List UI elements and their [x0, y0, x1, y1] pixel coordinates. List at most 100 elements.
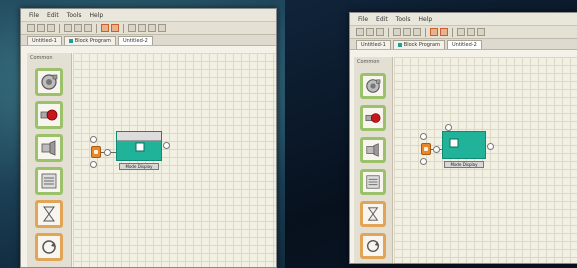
- block-palette: Common: [27, 53, 72, 267]
- program-icon: [68, 38, 73, 43]
- light-sensor-icon: [365, 113, 381, 123]
- open-folder-icon[interactable]: [37, 24, 45, 32]
- redo-icon[interactable]: [440, 28, 448, 36]
- tab-label: Untitled-1: [32, 38, 57, 44]
- block-top-port[interactable]: [445, 124, 452, 131]
- palette-loop-block[interactable]: [35, 233, 63, 261]
- toolbar-separator: [425, 27, 426, 37]
- program-canvas[interactable]: Mode Display: [394, 57, 577, 263]
- display-icon: [366, 175, 380, 189]
- speaker-icon: [41, 140, 56, 156]
- tab-file-3[interactable]: Untitled-2: [446, 40, 482, 49]
- light-sensor-icon: [40, 109, 58, 121]
- toolbar-separator: [388, 27, 389, 37]
- menu-help[interactable]: Help: [89, 12, 103, 19]
- palette-display-block[interactable]: [35, 167, 63, 195]
- pan-tool-icon[interactable]: [467, 28, 475, 36]
- editor-window-left: File Edit Tools Help Untitled-1 Block Pr…: [20, 8, 277, 268]
- workspace: Common Mode Display: [350, 57, 577, 263]
- comment-tool-icon[interactable]: [477, 28, 485, 36]
- speaker-icon: [366, 143, 379, 157]
- block-mode-label[interactable]: Mode Display: [444, 161, 484, 168]
- input-port[interactable]: [420, 133, 427, 140]
- cut-icon[interactable]: [64, 24, 72, 32]
- copy-icon[interactable]: [403, 28, 411, 36]
- connector-port[interactable]: [433, 146, 440, 153]
- menu-tools[interactable]: Tools: [396, 16, 411, 23]
- display-icon: [41, 173, 57, 189]
- menu-tools[interactable]: Tools: [67, 12, 82, 19]
- menu-edit[interactable]: Edit: [376, 16, 388, 23]
- new-file-icon[interactable]: [356, 28, 364, 36]
- loop-icon: [42, 240, 56, 254]
- toolbar-separator: [96, 23, 97, 33]
- copy-icon[interactable]: [74, 24, 82, 32]
- palette-sound-block[interactable]: [360, 137, 386, 163]
- palette-light-block[interactable]: [35, 101, 63, 129]
- menu-file[interactable]: File: [358, 16, 368, 23]
- program-canvas[interactable]: Mode Display: [73, 53, 276, 267]
- start-block[interactable]: [421, 143, 431, 155]
- tab-label: Untitled-2: [451, 42, 477, 48]
- cut-icon[interactable]: [393, 28, 401, 36]
- pan-tool-icon[interactable]: [138, 24, 146, 32]
- paste-icon[interactable]: [413, 28, 421, 36]
- palette-title: Common: [30, 55, 53, 61]
- open-folder-icon[interactable]: [366, 28, 374, 36]
- block-output-port[interactable]: [163, 142, 170, 149]
- workspace: Common Mode Display: [21, 53, 276, 267]
- tab-file-1[interactable]: Untitled-1: [27, 36, 62, 45]
- tab-label: Block Program: [74, 38, 111, 44]
- input-port[interactable]: [90, 136, 97, 143]
- tab-file-1[interactable]: Untitled-1: [356, 40, 391, 49]
- start-block[interactable]: [91, 146, 101, 158]
- motor-icon: [41, 74, 58, 90]
- toolbar-separator: [123, 23, 124, 33]
- pointer-tool-icon[interactable]: [128, 24, 136, 32]
- tab-label: Untitled-2: [122, 38, 148, 44]
- comment-tool-icon[interactable]: [148, 24, 156, 32]
- undo-icon[interactable]: [430, 28, 438, 36]
- tab-label: Untitled-1: [361, 42, 386, 48]
- block-mode-label[interactable]: Mode Display: [119, 163, 159, 170]
- palette-wait-block[interactable]: [35, 200, 63, 228]
- redo-icon[interactable]: [111, 24, 119, 32]
- block-header: [117, 132, 161, 141]
- menu-help[interactable]: Help: [418, 16, 432, 23]
- menu-file[interactable]: File: [29, 12, 39, 19]
- menu-edit[interactable]: Edit: [47, 12, 59, 19]
- block-output-port[interactable]: [487, 143, 494, 150]
- program-icon: [397, 42, 402, 47]
- palette-motor-block[interactable]: [35, 68, 63, 96]
- save-icon[interactable]: [376, 28, 384, 36]
- output-port[interactable]: [420, 158, 427, 165]
- pointer-tool-icon[interactable]: [457, 28, 465, 36]
- palette-display-block[interactable]: [360, 169, 386, 195]
- output-port[interactable]: [90, 161, 97, 168]
- zoom-tool-icon[interactable]: [158, 24, 166, 32]
- toolbar-separator: [452, 27, 453, 37]
- file-tabs: Untitled-1 Block Program Untitled-2: [350, 39, 577, 50]
- palette-loop-block[interactable]: [360, 233, 386, 259]
- tab-label: Block Program: [403, 42, 440, 48]
- toolbar-separator: [59, 23, 60, 33]
- display-block[interactable]: [116, 131, 162, 161]
- connector-port[interactable]: [104, 149, 111, 156]
- new-file-icon[interactable]: [27, 24, 35, 32]
- block-palette: Common: [354, 57, 393, 263]
- tab-file-2[interactable]: Block Program: [392, 40, 445, 49]
- paste-icon[interactable]: [84, 24, 92, 32]
- save-icon[interactable]: [47, 24, 55, 32]
- tab-file-3[interactable]: Untitled-2: [117, 36, 153, 45]
- hourglass-icon: [367, 207, 379, 221]
- palette-light-block[interactable]: [360, 105, 386, 131]
- loop-icon: [367, 240, 380, 252]
- palette-motor-block[interactable]: [360, 73, 386, 99]
- palette-wait-block[interactable]: [360, 201, 386, 227]
- hourglass-icon: [43, 206, 55, 222]
- undo-icon[interactable]: [101, 24, 109, 32]
- palette-sound-block[interactable]: [35, 134, 63, 162]
- palette-title: Common: [357, 59, 380, 65]
- display-block[interactable]: [442, 131, 486, 159]
- tab-file-2[interactable]: Block Program: [63, 36, 116, 45]
